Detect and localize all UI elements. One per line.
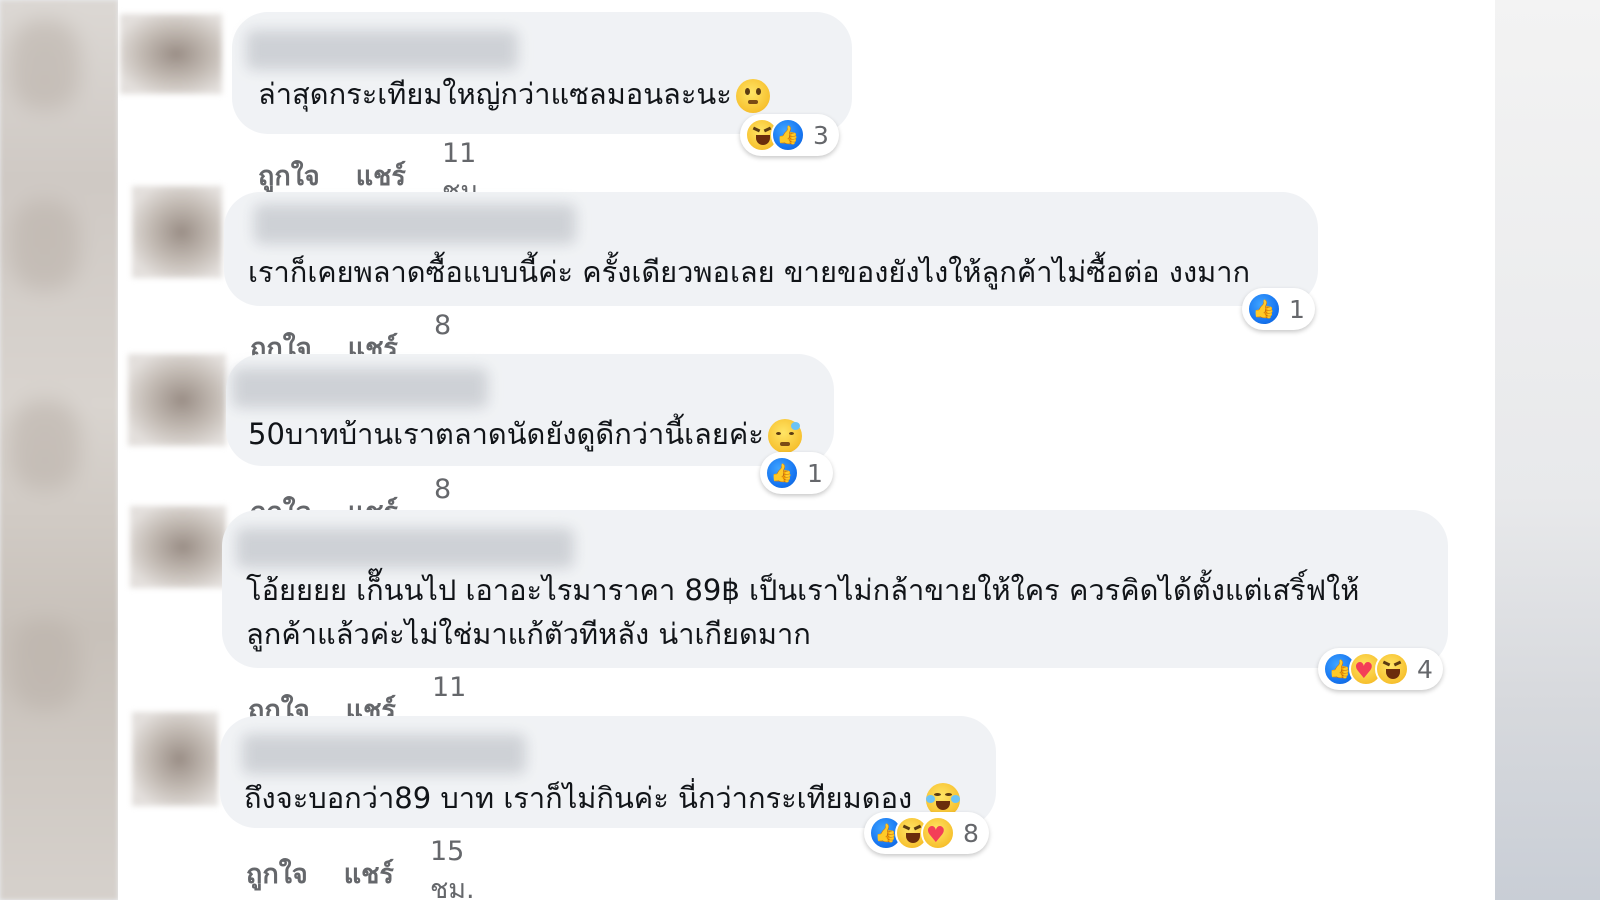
like-button[interactable]: ถูกใจ <box>258 154 320 197</box>
reaction-count: 3 <box>813 120 829 150</box>
avatar[interactable] <box>130 506 226 588</box>
reaction-summary[interactable]: 👍 ♥ 8 <box>864 812 989 854</box>
share-button[interactable]: แชร์ <box>344 852 394 895</box>
reaction-summary[interactable]: 👍 ♥ 4 <box>1318 648 1443 690</box>
haha-reaction-icon <box>1375 652 1409 686</box>
reaction-summary[interactable]: 👍 3 <box>740 114 839 156</box>
like-reaction-icon: 👍 <box>765 456 799 490</box>
like-reaction-icon: 👍 <box>771 118 805 152</box>
reaction-count: 1 <box>807 458 823 488</box>
reaction-count: 8 <box>963 818 979 848</box>
comments-panel: ล่าสุดกระเทียมใหญ่กว่าแซลมอนละนะ 👍 3 ถูก… <box>118 0 1495 900</box>
comment-text: ล่าสุดกระเทียมใหญ่กว่าแซลมอนละนะ <box>258 72 770 116</box>
like-button[interactable]: ถูกใจ <box>246 852 308 895</box>
blurred-background-right <box>1495 0 1600 900</box>
comment-text-line-2: ลูกค้าแล้วค่ะไม่ใช่มาแก้ตัวทีหลัง น่าเกี… <box>246 617 811 651</box>
blurred-background-left <box>0 0 118 900</box>
commenter-name-blurred[interactable] <box>246 30 518 70</box>
timestamp[interactable]: 15 ชม. <box>430 836 475 900</box>
reaction-summary[interactable]: 👍 1 <box>1242 288 1315 330</box>
commenter-name-blurred[interactable] <box>232 368 488 408</box>
commenter-name-blurred[interactable] <box>236 528 574 568</box>
like-reaction-icon: 👍 <box>1247 292 1281 326</box>
avatar[interactable] <box>128 354 226 446</box>
comment-text: ถึงจะบอกว่า89 บาท เราก็ไม่กินค่ะ นี่กว่า… <box>244 776 961 820</box>
reaction-count: 4 <box>1417 654 1433 684</box>
reaction-summary[interactable]: 👍 1 <box>760 452 833 494</box>
share-button[interactable]: แชร์ <box>356 154 406 197</box>
avatar[interactable] <box>120 14 222 94</box>
sad-sweat-emoji-icon <box>767 419 802 453</box>
comment-actions: ถูกใจ แชร์ 15 ชม. <box>246 836 475 900</box>
care-reaction-icon: ♥ <box>921 816 955 850</box>
commenter-name-blurred[interactable] <box>242 734 526 774</box>
commenter-name-blurred[interactable] <box>254 204 576 244</box>
comment-text: เราก็เคยพลาดซื้อแบบนี้ค่ะ ครั้งเดียวพอเล… <box>248 255 1251 289</box>
avatar[interactable] <box>132 712 218 806</box>
rolling-eyes-emoji-icon <box>735 79 770 113</box>
reaction-count: 1 <box>1289 294 1305 324</box>
avatar[interactable] <box>132 186 222 278</box>
comment-text: 50บาทบ้านเราตลาดนัดยังดูดีกว่านี้เลยค่ะ <box>248 412 802 456</box>
comment-text: โอ้ยยยย เก็๊นนไป เอาอะไรมาราคา 89฿ เป็นเ… <box>246 573 1360 607</box>
